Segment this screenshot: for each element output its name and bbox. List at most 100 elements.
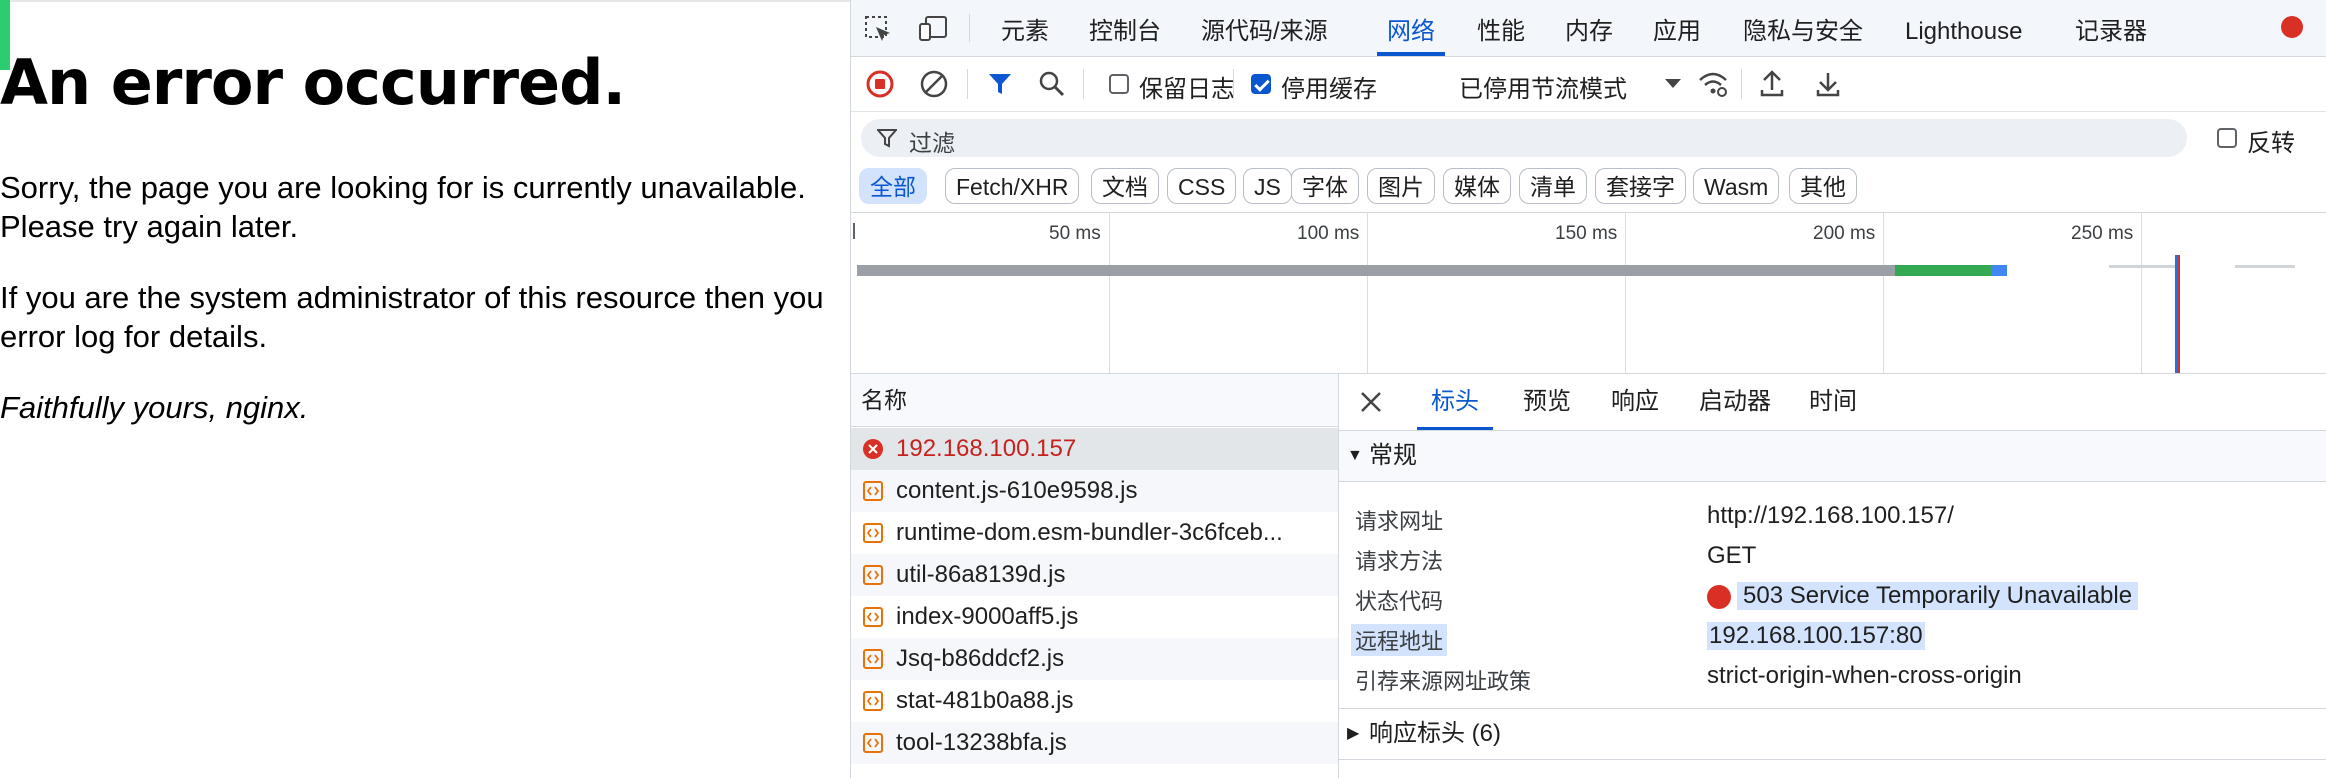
- invert-label[interactable]: 反转: [2247, 123, 2295, 158]
- type-filter-img[interactable]: 图片: [1367, 168, 1435, 204]
- inspect-element-icon[interactable]: [861, 12, 895, 46]
- tab-performance[interactable]: 性能: [1477, 0, 1525, 56]
- request-name: runtime-dom.esm-bundler-3c6fceb...: [896, 519, 1283, 546]
- tab-elements[interactable]: 元素: [1001, 0, 1049, 56]
- error-page: An error occurred. Sorry, the page you a…: [0, 0, 850, 778]
- page-top-border: [0, 0, 850, 2]
- filter-placeholder: 过滤: [909, 130, 955, 156]
- timeline-gridline: [2141, 213, 2142, 373]
- script-file-icon: [863, 565, 883, 585]
- search-icon[interactable]: [1037, 69, 1067, 99]
- tab-privacy-security[interactable]: 隐私与安全: [1743, 0, 1863, 56]
- referrer-policy-key: 引荐来源网址政策: [1355, 669, 1532, 694]
- request-row[interactable]: util-86a8139d.js: [851, 554, 1338, 596]
- request-name: index-9000aff5.js: [896, 603, 1079, 630]
- error-heading: An error occurred.: [0, 46, 626, 119]
- type-filter-font[interactable]: 字体: [1291, 168, 1359, 204]
- clear-icon[interactable]: [919, 69, 949, 99]
- status-error-dot-icon: [1707, 585, 1731, 609]
- type-filter-media[interactable]: 媒体: [1443, 168, 1511, 204]
- request-row[interactable]: runtime-dom.esm-bundler-3c6fceb...: [851, 512, 1338, 554]
- waterfall-idle-bar: [2109, 265, 2179, 268]
- general-section-header[interactable]: ▼ 常规: [1339, 431, 2326, 482]
- toolbar-separator: [1083, 69, 1084, 99]
- request-row[interactable]: stat-481b0a88.js: [851, 680, 1338, 722]
- stop-recording-icon[interactable]: [865, 69, 895, 99]
- response-headers-title: 响应标头 (6): [1369, 720, 1501, 747]
- admin-message-line-2: error log for details.: [0, 319, 268, 354]
- timeline-gridline: [1367, 213, 1368, 373]
- status-code-key: 状态代码: [1355, 589, 1444, 614]
- request-name: Jsq-b86ddcf2.js: [896, 645, 1065, 672]
- tab-sources[interactable]: 源代码/来源: [1201, 0, 1328, 56]
- type-filter-all[interactable]: 全部: [859, 168, 927, 204]
- type-filter-css[interactable]: CSS: [1167, 168, 1237, 204]
- timeline-tick-label: 50 ms: [1049, 223, 1101, 244]
- detail-tab-headers[interactable]: 标头: [1417, 374, 1493, 430]
- tab-lighthouse[interactable]: Lighthouse: [1905, 0, 2022, 56]
- type-filter-doc[interactable]: 文档: [1091, 168, 1159, 204]
- load-event-line: [2178, 255, 2180, 373]
- type-filter-fetch-xhr[interactable]: Fetch/XHR: [945, 168, 1080, 204]
- request-url-value: http://192.168.100.157/: [1707, 502, 1954, 529]
- detail-tab-timing[interactable]: 时间: [1809, 374, 1857, 430]
- chevron-down-icon[interactable]: [1663, 75, 1683, 93]
- disable-cache-label[interactable]: 停用缓存: [1281, 69, 1377, 104]
- response-headers-section-header[interactable]: ▶ 响应标头 (6): [1339, 709, 2326, 760]
- device-toolbar-icon[interactable]: [917, 12, 951, 46]
- tab-recorder[interactable]: 记录器: [2075, 0, 2147, 56]
- request-name: 192.168.100.157: [896, 435, 1077, 462]
- detail-tab-preview[interactable]: 预览: [1523, 374, 1571, 430]
- error-circle-icon: [863, 439, 883, 459]
- preserve-log-checkbox[interactable]: [1109, 74, 1129, 94]
- request-row[interactable]: tool-13238bfa.js: [851, 722, 1338, 764]
- type-filter-wasm[interactable]: Wasm: [1693, 168, 1780, 204]
- preserve-log-label[interactable]: 保留日志: [1139, 69, 1235, 104]
- request-name: content.js-610e9598.js: [896, 477, 1138, 504]
- filter-funnel-icon: [877, 129, 897, 148]
- request-name: tool-13238bfa.js: [896, 729, 1067, 756]
- type-filter-socket[interactable]: 套接字: [1595, 168, 1686, 204]
- signature: Faithfully yours, nginx.: [0, 390, 309, 425]
- script-file-icon: [863, 733, 883, 753]
- filter-input[interactable]: 过滤: [861, 119, 2187, 157]
- detail-tab-initiator[interactable]: 启动器: [1699, 374, 1771, 430]
- timeline-start-marker: [853, 223, 855, 239]
- network-overview-timeline[interactable]: 50 ms 100 ms 150 ms 200 ms 250 ms: [851, 213, 2326, 374]
- request-row[interactable]: index-9000aff5.js: [851, 596, 1338, 638]
- tab-memory[interactable]: 内存: [1565, 0, 1613, 56]
- script-file-icon: [863, 607, 883, 627]
- request-name: util-86a8139d.js: [896, 561, 1066, 588]
- triangle-right-icon: ▶: [1347, 725, 1360, 742]
- request-url-key: 请求网址: [1355, 509, 1444, 534]
- invert-checkbox[interactable]: [2217, 128, 2237, 148]
- devtools-tab-bar: 元素 控制台 源代码/来源 网络 性能 内存 应用 隐私与安全 Lighthou…: [851, 0, 2326, 57]
- request-row[interactable]: content.js-610e9598.js: [851, 470, 1338, 512]
- close-icon[interactable]: [1357, 388, 1385, 416]
- type-filter-other[interactable]: 其他: [1789, 168, 1857, 204]
- filter-icon[interactable]: [985, 69, 1015, 99]
- detail-tab-response[interactable]: 响应: [1611, 374, 1659, 430]
- tab-console[interactable]: 控制台: [1089, 0, 1161, 56]
- request-row[interactable]: Jsq-b86ddcf2.js: [851, 638, 1338, 680]
- network-conditions-icon[interactable]: [1697, 69, 1729, 99]
- tab-application[interactable]: 应用: [1653, 0, 1701, 56]
- throttling-select[interactable]: 已停用节流模式: [1459, 69, 1627, 104]
- filter-bar: 过滤 反转: [851, 112, 2326, 164]
- import-har-icon[interactable]: [1757, 69, 1787, 99]
- status-code-value: 503 Service Temporarily Unavailable: [1737, 582, 2139, 610]
- resource-type-filter: 全部 Fetch/XHR 文档 CSS JS 字体 图片 媒体 清单 套接字 W…: [851, 164, 2326, 213]
- type-filter-js[interactable]: JS: [1243, 168, 1292, 204]
- name-column-header[interactable]: 名称: [851, 374, 1338, 427]
- general-section-title: 常规: [1369, 442, 1417, 469]
- waterfall-end-bar: [1991, 265, 2007, 276]
- disable-cache-checkbox[interactable]: [1251, 74, 1271, 94]
- error-message: Sorry, the page you are looking for is c…: [0, 168, 806, 246]
- script-file-icon: [863, 523, 883, 543]
- request-list: 名称 192.168.100.157 content.js-610e9598.js…: [851, 374, 1339, 778]
- error-count-icon[interactable]: [2281, 16, 2303, 38]
- type-filter-manifest[interactable]: 清单: [1519, 168, 1587, 204]
- tab-network[interactable]: 网络: [1377, 0, 1445, 56]
- export-har-icon[interactable]: [1813, 69, 1843, 99]
- request-row[interactable]: 192.168.100.157: [851, 428, 1338, 470]
